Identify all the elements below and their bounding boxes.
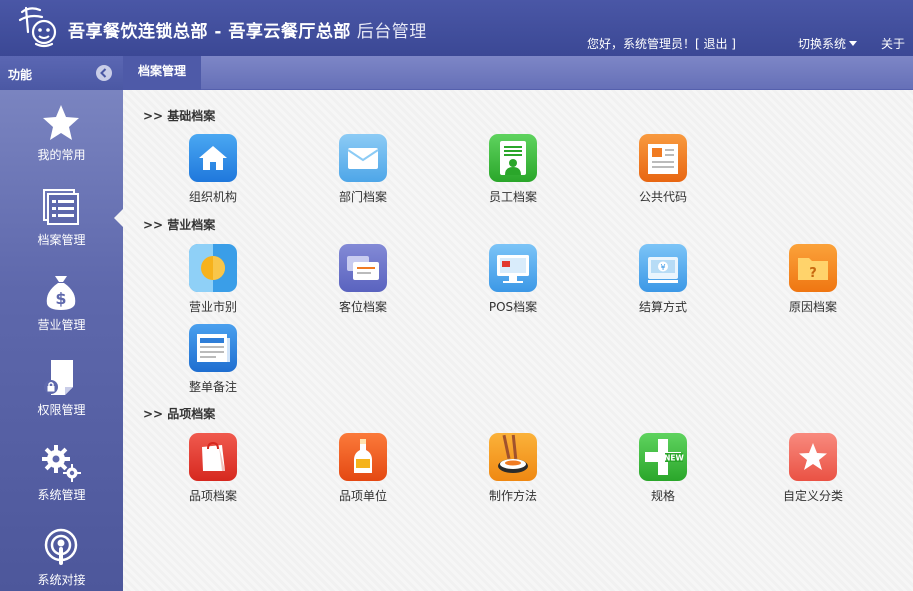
tile-label: 员工档案 <box>488 190 537 204</box>
main-content: >> 基础档案 组织机构 部门档案 员工档案 公共代码 >> 营业档案 营业市别… <box>123 90 913 591</box>
logout-link[interactable]: [ 退出 ] <box>695 37 736 51</box>
money-bag-icon: $ <box>46 276 76 310</box>
app-title-main: 吾享餐饮连锁总部 - 吾享云餐厅总部 <box>68 22 351 42</box>
sidebar-item-label: 权限管理 <box>37 403 86 417</box>
tile-label: 制作方法 <box>488 489 537 503</box>
section-title-basic: >> 基础档案 <box>143 109 216 123</box>
tile-pos[interactable]: POS档案 <box>463 244 563 324</box>
seat-cards-icon <box>339 244 387 292</box>
code-document-icon <box>639 134 687 182</box>
function-label: 功能 <box>8 68 33 82</box>
tile-label: 品项档案 <box>188 489 237 503</box>
svg-text:?: ? <box>809 266 817 281</box>
caret-down-icon <box>848 41 857 46</box>
sidebar-item-permission[interactable]: 权限管理 <box>0 345 123 430</box>
tab-bar: 档案管理 <box>123 56 913 90</box>
about-link[interactable]: 关于 <box>881 35 905 52</box>
collapse-sidebar-button[interactable] <box>96 65 112 81</box>
cash-register-icon: ¥ <box>639 244 687 292</box>
tile-label: 规格 <box>650 489 675 503</box>
tile-public-code[interactable]: 公共代码 <box>613 134 713 214</box>
sushi-chopsticks-icon <box>489 433 537 481</box>
note-document-icon <box>189 324 237 372</box>
sidebar-item-label: 档案管理 <box>37 233 86 247</box>
tile-label: 客位档案 <box>338 300 387 314</box>
document-list-icon <box>43 189 79 225</box>
tile-label: 自定义分类 <box>782 489 843 503</box>
logo-icon <box>18 6 57 48</box>
sidebar-item-system[interactable]: 系统管理 <box>0 430 123 515</box>
switch-system-menu[interactable]: 切换系统 <box>798 35 857 52</box>
user-area: 您好，系统管理员！[ 退出 ] 切换系统 关于 <box>587 35 905 52</box>
tile-department[interactable]: 部门档案 <box>313 134 413 214</box>
sidebar-item-label: 营业管理 <box>37 318 86 332</box>
function-bar: 功能 <box>0 56 123 90</box>
sidebar-item-business[interactable]: $ 营业管理 <box>0 260 123 345</box>
tile-seat[interactable]: 客位档案 <box>313 244 413 324</box>
gears-icon <box>42 445 81 482</box>
home-icon <box>189 134 237 182</box>
sidebar-item-label: 系统对接 <box>37 573 86 587</box>
envelope-icon <box>339 134 387 182</box>
employee-card-icon <box>489 134 537 182</box>
tile-label: POS档案 <box>488 300 538 314</box>
lock-file-icon <box>44 360 73 395</box>
greeting-text: 您好，系统管理员！[ 退出 ] <box>587 35 736 52</box>
pos-monitor-icon <box>489 244 537 292</box>
switch-system-label: 切换系统 <box>797 37 846 51</box>
sidebar-item-label: 系统管理 <box>37 488 86 502</box>
tile-organization[interactable]: 组织机构 <box>163 134 263 214</box>
tile-label: 整单备注 <box>188 380 237 394</box>
tile-item-unit[interactable]: 品项单位 <box>313 433 413 513</box>
sidebar-item-integration[interactable]: 系统对接 <box>0 515 123 591</box>
tile-specification[interactable]: NEW 规格 <box>613 433 713 513</box>
connect-icon <box>44 528 78 565</box>
tile-label: 结算方式 <box>638 300 687 314</box>
tile-label: 公共代码 <box>638 190 687 204</box>
tile-label: 部门档案 <box>338 190 387 204</box>
svg-text:NEW: NEW <box>664 454 684 463</box>
tab-archive-management[interactable]: 档案管理 <box>123 56 201 90</box>
tile-item-archive[interactable]: 品项档案 <box>163 433 263 513</box>
section-title-item: >> 品项档案 <box>143 407 216 421</box>
header-bar: 吾享餐饮连锁总部 - 吾享云餐厅总部 后台管理 您好，系统管理员！[ 退出 ] … <box>0 0 913 56</box>
shopping-bag-icon <box>189 433 237 481</box>
sidebar-item-label: 我的常用 <box>37 148 86 162</box>
tile-cooking-method[interactable]: 制作方法 <box>463 433 563 513</box>
tile-label: 组织机构 <box>188 190 237 204</box>
app-title-sub: 后台管理 <box>350 22 427 42</box>
tile-settlement[interactable]: ¥ 结算方式 <box>613 244 713 324</box>
chevron-left-icon <box>100 68 107 78</box>
sidebar-item-favorites[interactable]: 我的常用 <box>0 90 123 175</box>
new-plus-icon: NEW <box>639 433 687 481</box>
tile-reason[interactable]: ? 原因档案 <box>763 244 863 324</box>
star-badge-icon <box>789 433 837 481</box>
tile-custom-category[interactable]: 自定义分类 <box>763 433 863 513</box>
star-icon <box>43 105 79 140</box>
sidebar: 我的常用 档案管理 $ 营业管理 权限管理 系统管理 系统对接 <box>0 90 123 591</box>
bottle-icon <box>339 433 387 481</box>
tile-label: 原因档案 <box>788 300 837 314</box>
svg-text:$: $ <box>55 289 66 308</box>
sun-shift-icon <box>189 244 237 292</box>
section-title-business: >> 营业档案 <box>143 218 216 232</box>
tile-employee[interactable]: 员工档案 <box>463 134 563 214</box>
tile-label: 品项单位 <box>338 489 387 503</box>
svg-text:¥: ¥ <box>660 263 665 272</box>
tile-order-note[interactable]: 整单备注 <box>163 324 263 404</box>
sidebar-item-archive[interactable]: 档案管理 <box>0 175 123 260</box>
greeting-label: 您好，系统管理员！ <box>586 37 695 51</box>
question-folder-icon: ? <box>789 244 837 292</box>
tile-business-shift[interactable]: 营业市别 <box>163 244 263 324</box>
tile-label: 营业市别 <box>188 300 237 314</box>
app-title: 吾享餐饮连锁总部 - 吾享云餐厅总部 后台管理 <box>68 17 427 42</box>
